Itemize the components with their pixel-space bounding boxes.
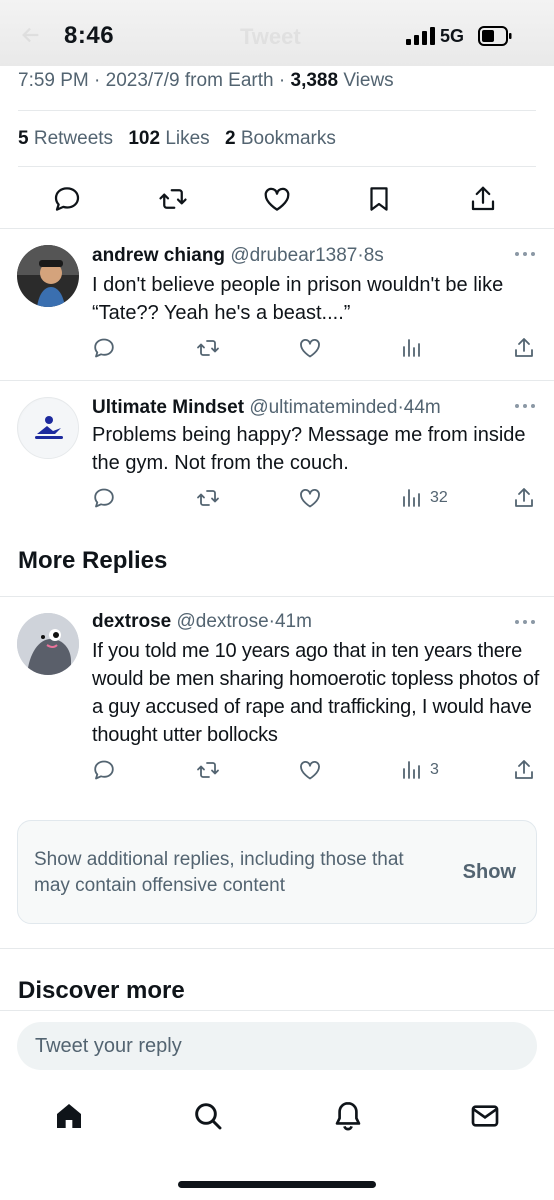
retweet-icon[interactable] — [158, 184, 188, 214]
views-count: 3,388 — [290, 70, 339, 91]
notifications-icon[interactable] — [332, 1100, 364, 1132]
tweet-meta: 7:59 PM · 2023/7/9 from Earth · 3,388 Vi… — [18, 70, 394, 91]
discover-more-heading: Discover more — [18, 977, 185, 1004]
page-title: Tweet — [240, 24, 301, 49]
reply-text: Problems being happy? Message me from in… — [92, 424, 526, 474]
share-icon[interactable] — [512, 486, 536, 510]
handle[interactable]: @dextrose — [176, 611, 268, 632]
handle[interactable]: @ultimateminded — [249, 397, 397, 418]
avatar[interactable] — [17, 397, 79, 459]
reply-action-bar: 32 — [0, 486, 554, 512]
show-additional-replies-text: Show additional replies, including those… — [34, 849, 404, 896]
more-options-icon[interactable] — [514, 251, 536, 257]
views-icon[interactable] — [400, 336, 424, 360]
timestamp: 8s — [363, 245, 384, 266]
views-count: 32 — [430, 489, 448, 506]
tweet-time: 7:59 PM — [18, 70, 89, 91]
like-icon[interactable] — [298, 486, 322, 510]
display-name[interactable]: Ultimate Mindset — [92, 397, 244, 418]
share-icon[interactable] — [468, 184, 498, 214]
views-icon[interactable] — [400, 486, 424, 510]
divider — [0, 380, 554, 381]
more-options-icon[interactable] — [514, 619, 536, 625]
display-name[interactable]: dextrose — [92, 611, 171, 632]
tweet-source: from Earth — [184, 70, 274, 91]
avatar[interactable] — [17, 245, 79, 307]
back-arrow-icon[interactable] — [20, 24, 42, 46]
battery-icon — [478, 26, 512, 46]
divider — [0, 1010, 554, 1011]
bookmark-icon[interactable] — [364, 184, 394, 214]
tweet-stats: 5 Retweets 102 Likes 2 Bookmarks — [18, 128, 336, 150]
retweet-icon[interactable] — [196, 758, 220, 782]
share-icon[interactable] — [512, 758, 536, 782]
bottom-tab-bar — [0, 1090, 554, 1150]
like-icon[interactable] — [298, 336, 322, 360]
divider — [18, 166, 536, 167]
reply-text: I don't believe people in prison wouldn'… — [92, 274, 504, 324]
reply-icon[interactable] — [92, 758, 116, 782]
home-indicator — [178, 1181, 376, 1188]
show-button[interactable]: Show — [463, 861, 516, 884]
divider — [18, 110, 536, 111]
bookmarks-stat[interactable]: 2 Bookmarks — [225, 128, 336, 149]
divider — [0, 596, 554, 597]
timestamp: 41m — [274, 611, 312, 632]
messages-icon[interactable] — [469, 1100, 501, 1132]
reply-header: andrew chiang @drubear1387·8s — [92, 245, 384, 266]
timestamp: 44m — [403, 397, 441, 418]
views-label: Views — [343, 70, 394, 91]
reply-icon[interactable] — [52, 184, 82, 214]
reply-input[interactable] — [17, 1022, 537, 1070]
status-time: 8:46 — [64, 22, 115, 49]
retweet-icon[interactable] — [196, 336, 220, 360]
reply-text: If you told me 10 years ago that in ten … — [92, 640, 540, 746]
avatar[interactable] — [17, 613, 79, 675]
reply-icon[interactable] — [92, 486, 116, 510]
like-icon[interactable] — [298, 758, 322, 782]
reply-header: Ultimate Mindset @ultimateminded·44m — [92, 397, 441, 418]
status-bar: 8:46 Tweet 5G — [0, 0, 554, 66]
views-count: 3 — [430, 761, 439, 778]
reply-action-bar — [0, 336, 554, 362]
network-label: 5G — [440, 26, 465, 46]
likes-stat[interactable]: 102 Likes — [128, 128, 209, 149]
views-icon[interactable] — [400, 758, 424, 782]
show-additional-replies-card: Show additional replies, including those… — [17, 820, 537, 924]
home-icon[interactable] — [53, 1100, 85, 1132]
like-icon[interactable] — [262, 184, 292, 214]
reply-action-bar: 3 — [0, 758, 554, 784]
tweet-date: 2023/7/9 — [105, 70, 180, 91]
reply-icon[interactable] — [92, 336, 116, 360]
divider — [0, 228, 554, 229]
display-name[interactable]: andrew chiang — [92, 245, 225, 266]
divider — [0, 948, 554, 949]
reply-header: dextrose @dextrose·41m — [92, 611, 312, 632]
handle[interactable]: @drubear1387 — [230, 245, 357, 266]
retweets-stat[interactable]: 5 Retweets — [18, 128, 113, 149]
signal-icon — [406, 27, 435, 45]
reply-composer[interactable] — [17, 1022, 537, 1070]
more-replies-heading: More Replies — [18, 547, 168, 574]
retweet-icon[interactable] — [196, 486, 220, 510]
share-icon[interactable] — [512, 336, 536, 360]
more-options-icon[interactable] — [514, 403, 536, 409]
search-icon[interactable] — [192, 1100, 224, 1132]
tweet-action-bar — [0, 184, 554, 218]
